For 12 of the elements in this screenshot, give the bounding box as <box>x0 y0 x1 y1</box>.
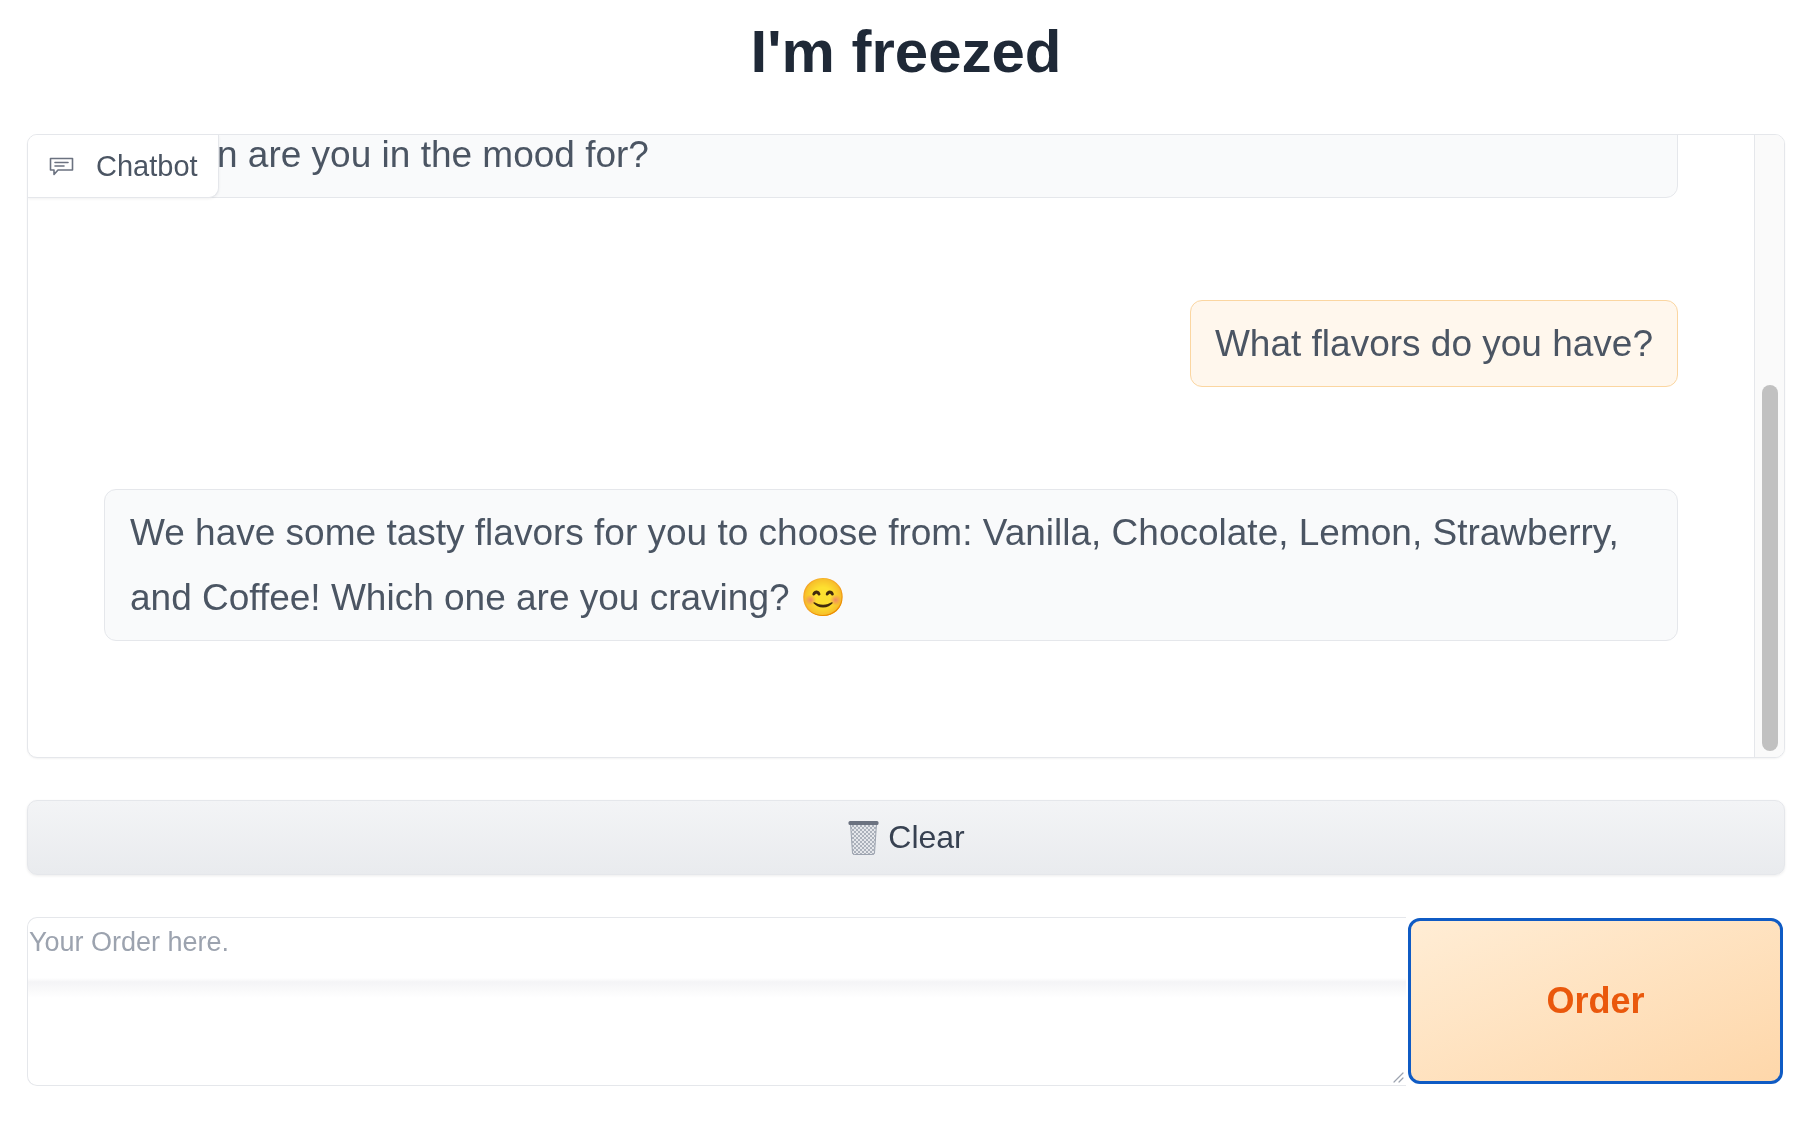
page-title: I'm freezed <box>749 17 1063 87</box>
order-input[interactable]: Your Order here. <box>27 917 1406 1086</box>
scrollbar-track[interactable] <box>1754 135 1784 757</box>
message-text: What flavors do you have? <box>1214 323 1653 364</box>
message-text: n are you in the mood for? <box>217 135 649 175</box>
resize-handle-icon[interactable] <box>1392 1071 1404 1083</box>
chat-icon <box>49 156 74 176</box>
chatbot-label: Chatbot <box>96 149 198 183</box>
scrollbar-thumb[interactable] <box>1761 385 1778 751</box>
message-text: We have some tasty flavors for you to choose from: Vanilla, Chocolate, Lemon, Strawberry, and Coffee! Which one are you craving? 😊 <box>130 512 1619 618</box>
clear-button[interactable]: Clear <box>27 800 1785 875</box>
trash-icon <box>847 820 881 855</box>
